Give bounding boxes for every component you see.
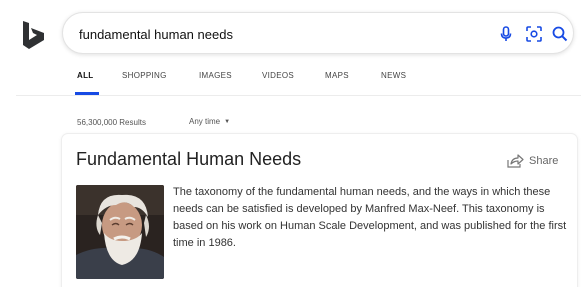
microphone-icon[interactable] — [496, 24, 516, 44]
share-icon — [507, 154, 524, 168]
results-count: 56,300,000 Results — [77, 118, 146, 127]
tab-images[interactable]: IMAGES — [199, 71, 232, 80]
search-tabs: ALL SHOPPING IMAGES VIDEOS MAPS NEWS — [0, 66, 581, 97]
card-title: Fundamental Human Needs — [76, 149, 302, 169]
visual-search-icon[interactable] — [524, 24, 544, 44]
time-filter-label: Any time — [189, 117, 221, 126]
search-box — [62, 12, 574, 54]
tabs-divider — [16, 95, 581, 96]
time-filter-dropdown[interactable]: Any time ▼ — [189, 117, 230, 126]
share-label: Share — [529, 155, 559, 167]
search-icon[interactable] — [550, 24, 570, 44]
tab-shopping[interactable]: SHOPPING — [122, 71, 167, 80]
tab-news[interactable]: NEWS — [381, 71, 406, 80]
person-portrait-image[interactable] — [76, 185, 164, 279]
search-input[interactable] — [79, 23, 479, 45]
tab-maps[interactable]: MAPS — [325, 71, 349, 80]
tab-all[interactable]: ALL — [77, 71, 93, 80]
knowledge-card: Fundamental Human Needs Share The taxono… — [62, 134, 577, 287]
tab-videos[interactable]: VIDEOS — [262, 71, 294, 80]
bing-logo[interactable] — [22, 20, 46, 50]
card-description: The taxonomy of the fundamental human ne… — [173, 186, 567, 249]
chevron-down-icon: ▼ — [224, 118, 231, 125]
